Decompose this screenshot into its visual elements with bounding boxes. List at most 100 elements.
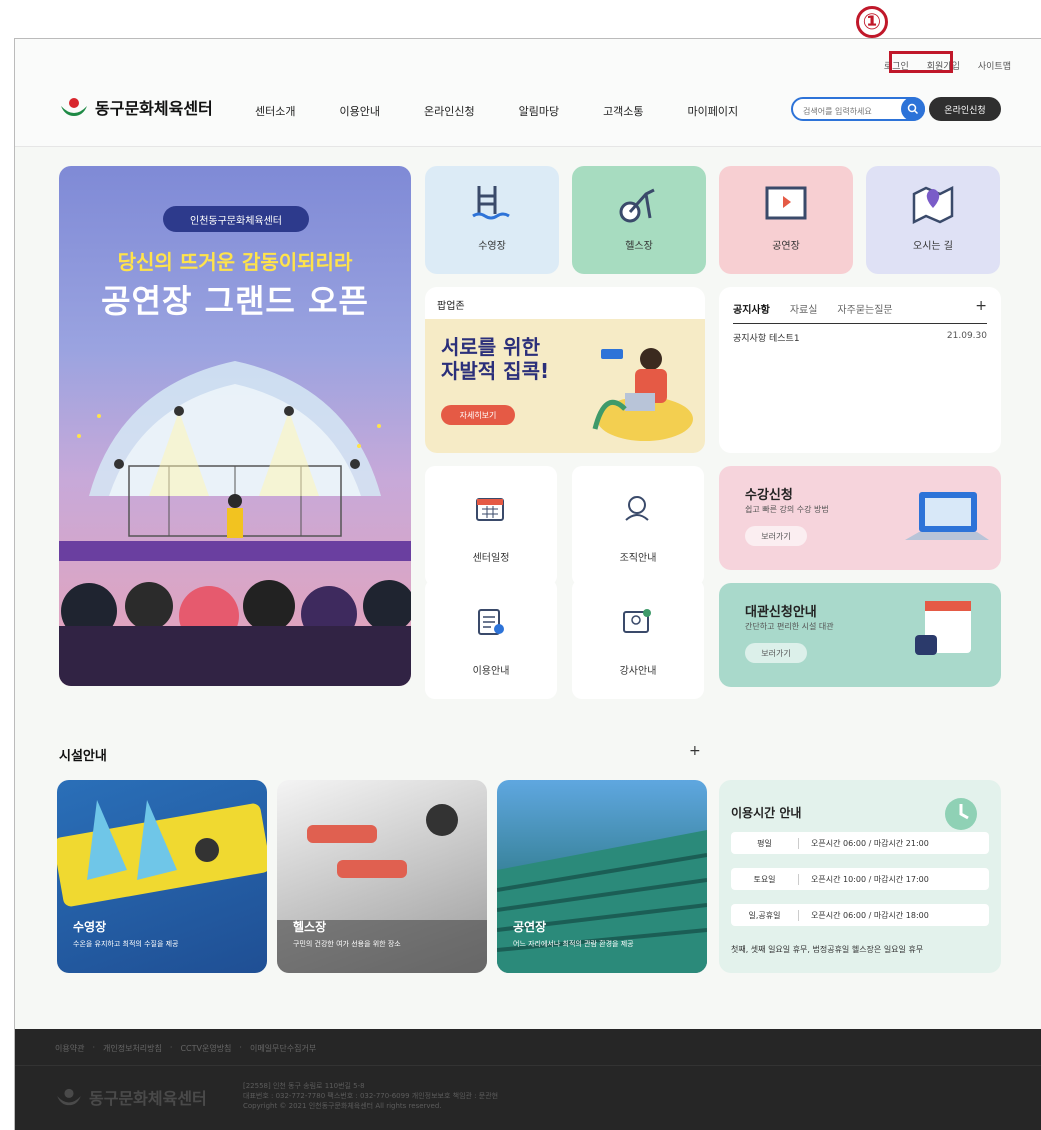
hours-day: 토요일	[731, 873, 799, 885]
hours-time: 오픈시간 10:00 / 마감시간 17:00	[811, 874, 929, 884]
hours-time: 오픈시간 06:00 / 마감시간 21:00	[811, 838, 929, 848]
popup-zone: 팝업존 서로를 위한 자발적 집콕! 자세히보기	[425, 287, 705, 453]
facility-desc: 어느 자리에서나 최적의 관람 환경을 제공	[513, 940, 634, 948]
hero-banner[interactable]: 인천동구문화체육센터 당신의 뜨거운 감동이되리라 공연장 그랜드 오픈	[59, 166, 411, 686]
facility-desc: 구민의 건강한 여가 선용을 위한 장소	[293, 940, 401, 948]
search-button[interactable]	[901, 97, 925, 121]
hours-title: 이용시간 안내	[731, 806, 802, 820]
facility-name: 공연장	[513, 920, 547, 934]
online-apply-button[interactable]: 온라인신청	[929, 97, 1001, 121]
footer-link-privacy[interactable]: 개인정보처리방침	[103, 1043, 162, 1054]
facility-name: 수영장	[73, 920, 107, 934]
concert-illustration	[59, 361, 411, 686]
tile-label: 수영장	[478, 241, 506, 252]
facility-more-button[interactable]: +	[689, 743, 701, 759]
footer-link-terms[interactable]: 이용약관	[55, 1043, 84, 1054]
footer-copyright: Copyright © 2021 인천동구문화체육센터 All rights r…	[243, 1102, 442, 1110]
nav-item-mypage[interactable]: 마이페이지	[688, 103, 739, 119]
popup-zone-label: 팝업존	[437, 301, 465, 312]
tab-resources[interactable]: 자료실	[790, 301, 818, 316]
tile-label: 강사안내	[619, 666, 657, 677]
calendar-chat-icon	[915, 601, 971, 655]
logo-icon	[61, 98, 87, 116]
tile-label: 공연장	[772, 241, 800, 252]
nav-item-usage-guide[interactable]: 이용안내	[339, 103, 379, 119]
notice-list-item[interactable]: 공지사항 테스트1 21.09.30	[733, 331, 987, 344]
popup-banner[interactable]: 서로를 위한 자발적 집콕! 자세히보기	[425, 319, 705, 453]
tile-directions[interactable]: 오시는 길	[866, 166, 1000, 274]
nav-item-center-intro[interactable]: 센터소개	[255, 103, 295, 119]
tile-center-schedule[interactable]: 센터일정	[425, 466, 557, 586]
popup-detail-button[interactable]: 자세히보기	[441, 405, 515, 425]
stage-icon	[765, 186, 807, 220]
notice-more-button[interactable]: +	[975, 298, 987, 316]
tile-label: 센터일정	[472, 553, 510, 564]
card-course-apply[interactable]: 수강신청 쉽고 빠른 강의 수강 방법 보러가기	[719, 466, 1001, 570]
site-logo[interactable]: 동구문화체육센터	[59, 95, 213, 119]
footer-address: [22558] 인천 동구 송림로 110번길 5-8	[243, 1082, 365, 1090]
tile-instructors[interactable]: 강사안내	[572, 579, 704, 699]
hours-note: 첫째, 셋째 일요일 휴무, 법정공휴일 헬스장은 일요일 휴무	[731, 945, 924, 954]
nav-item-notice-board[interactable]: 알림마당	[519, 103, 559, 119]
nav-item-online-apply[interactable]: 온라인신청	[424, 103, 475, 119]
hours-row: 평일 오픈시간 06:00 / 마감시간 21:00	[731, 832, 989, 854]
hero-title: 공연장 그랜드 오픈	[101, 282, 369, 320]
card-rental-apply[interactable]: 대관신청안내 간단하고 편리한 시설 대관 보러가기	[719, 583, 1001, 687]
card-desc: 간단하고 편리한 시설 대관	[745, 622, 834, 631]
home-relax-illustration	[592, 348, 693, 441]
tab-faq[interactable]: 자주묻는질문	[837, 301, 892, 316]
notice-tabs: 공지사항 자료실 자주묻는질문 +	[733, 298, 987, 324]
annotation-number: ①	[862, 10, 882, 35]
hours-time: 오픈시간 06:00 / 마감시간 18:00	[811, 910, 929, 920]
hours-row: 토요일 오픈시간 10:00 / 마감시간 17:00	[731, 868, 989, 890]
footer-logo-text: 동구문화체육센터	[89, 1089, 207, 1108]
tile-organization[interactable]: 조직안내	[572, 466, 704, 586]
clock-icon	[945, 798, 977, 830]
card-view-button[interactable]: 보러가기	[745, 526, 807, 546]
tab-notices[interactable]: 공지사항	[733, 301, 770, 316]
tile-swimming-pool[interactable]: 수영장	[425, 166, 559, 274]
logo-icon	[57, 1088, 81, 1106]
footer-links: 이용약관 · 개인정보처리방침 · CCTV운영방침 · 이메일무단수집거부	[55, 1043, 316, 1054]
organization-icon	[625, 496, 649, 521]
tile-label: 조직안내	[619, 553, 657, 564]
swimming-pool-icon	[472, 186, 510, 220]
hero-subtitle: 당신의 뜨거운 감동이되리라	[117, 250, 353, 274]
footer-contact: 대표번호 : 032-772-7780 팩스번호 : 032-770-6099 …	[243, 1092, 499, 1100]
card-title: 수강신청	[745, 488, 793, 503]
map-pin-icon	[912, 185, 954, 224]
nav-item-customer-comm[interactable]: 고객소통	[603, 103, 643, 119]
tile-theater[interactable]: 공연장	[719, 166, 853, 274]
logo-text: 동구문화체육센터	[95, 99, 213, 118]
notice-item-date: 21.09.30	[946, 331, 987, 341]
hero-tag: 인천동구문화체육센터	[163, 206, 309, 232]
search-input[interactable]	[803, 107, 903, 116]
popup-headline: 서로를 위한 자발적 집콕!	[441, 335, 549, 383]
card-view-button[interactable]: 보러가기	[745, 643, 807, 663]
tile-gym[interactable]: 헬스장	[572, 166, 706, 274]
footer-link-cctv[interactable]: CCTV운영방침	[180, 1043, 231, 1054]
footer-logo: 동구문화체육센터	[55, 1085, 207, 1109]
footer-link-separator: ·	[92, 1043, 95, 1052]
facility-card-pool[interactable]: 수영장 수온을 유지하고 최적의 수질을 제공	[57, 780, 267, 973]
sitemap-link[interactable]: 사이트맵	[978, 59, 1011, 72]
main-nav: 센터소개 이용안내 온라인신청 알림마당 고객소통 마이페이지	[255, 103, 738, 119]
instructor-icon	[623, 609, 651, 633]
exercise-bike-icon	[619, 188, 655, 223]
notice-item-title: 공지사항 테스트1	[733, 334, 800, 344]
hours-day: 일,공휴일	[731, 909, 799, 921]
hours-panel: 이용시간 안내 평일 오픈시간 06:00 / 마감시간 21:00 토요일 오…	[719, 780, 1001, 973]
facility-card-theater[interactable]: 공연장 어느 자리에서나 최적의 관람 환경을 제공	[497, 780, 707, 973]
footer-link-email[interactable]: 이메일무단수집거부	[250, 1043, 316, 1054]
search-box	[791, 97, 925, 121]
facility-card-gym[interactable]: 헬스장 구민의 건강한 여가 선용을 위한 장소	[277, 780, 487, 973]
browser-viewport: 로그인 회원가입 사이트맵 동구문화체육센터 센터소개 이용안내 온라인신청 알…	[14, 38, 1041, 1130]
hours-day: 평일	[731, 837, 799, 849]
clipboard-icon	[478, 609, 504, 635]
tile-label: 이용안내	[472, 666, 510, 677]
tile-usage-guide[interactable]: 이용안내	[425, 579, 557, 699]
popup-headline-line1: 서로를 위한	[441, 335, 540, 359]
site-footer: 이용약관 · 개인정보처리방침 · CCTV운영방침 · 이메일무단수집거부 동…	[15, 1029, 1041, 1130]
laptop-icon	[905, 492, 989, 540]
facility-section-title: 시설안내	[59, 749, 107, 764]
